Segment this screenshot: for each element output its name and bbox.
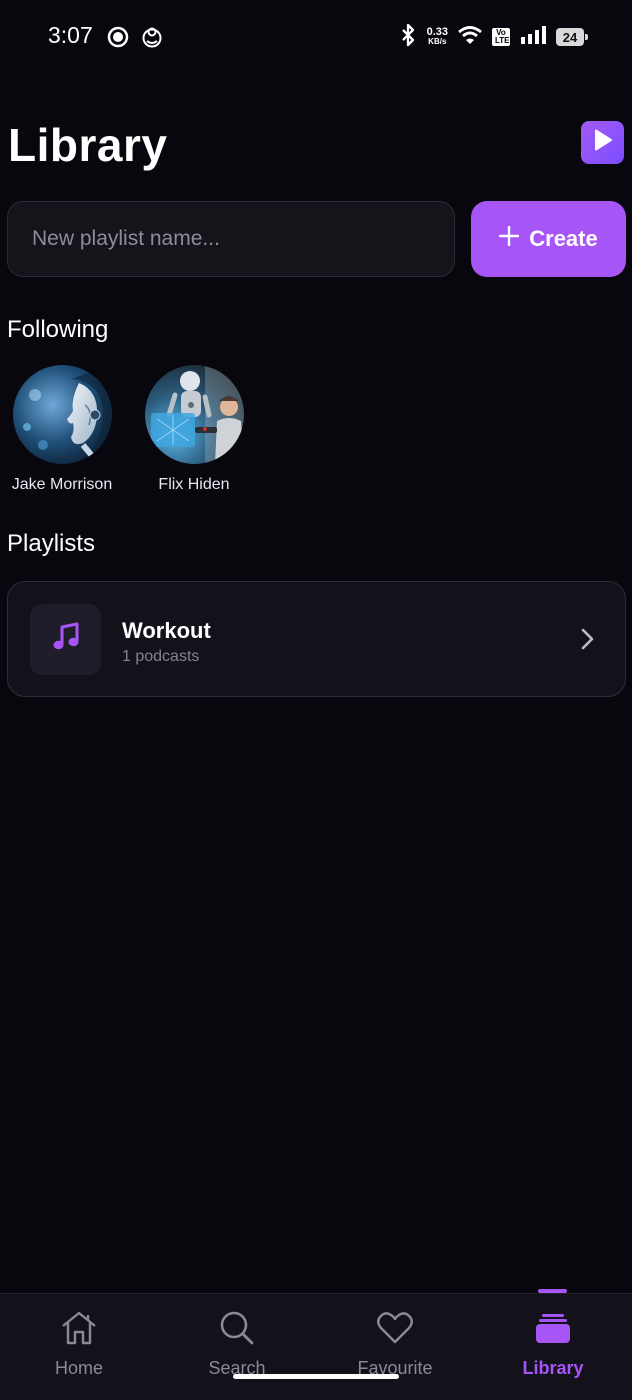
nav-home[interactable]: Home — [0, 1308, 158, 1379]
page-title: Library — [8, 119, 168, 171]
home-icon — [59, 1308, 99, 1348]
following-header: Following — [7, 316, 109, 343]
avatar — [144, 365, 244, 464]
wifi-icon — [458, 25, 482, 50]
baby-icon — [141, 26, 163, 48]
play-icon — [593, 129, 613, 156]
search-icon — [217, 1308, 257, 1348]
following-item-jake-morrison[interactable]: Jake Morrison — [0, 365, 127, 494]
playlist-name: Workout — [122, 618, 211, 643]
new-playlist-input[interactable] — [7, 201, 455, 277]
plus-icon — [499, 225, 520, 252]
library-icon — [533, 1308, 573, 1348]
create-button[interactable]: Create — [471, 201, 626, 277]
heart-icon — [375, 1308, 415, 1348]
signal-icon — [520, 25, 546, 49]
battery-icon: 24 — [556, 28, 588, 46]
nav-label: Home — [54, 1358, 103, 1378]
chevron-right-icon — [577, 627, 597, 651]
following-name: Jake Morrison — [11, 476, 113, 493]
following-item-flix-hiden[interactable]: Flix Hiden — [129, 365, 259, 494]
avatar — [12, 365, 112, 464]
play-button[interactable] — [581, 121, 624, 164]
volte-line2: LTE — [495, 36, 510, 45]
playlist-thumbnail — [30, 604, 101, 675]
playlists-header: Playlists — [7, 530, 96, 557]
playlist-item-workout[interactable]: Workout 1 podcasts — [7, 581, 626, 697]
bottom-nav: Home Search Favourite Library — [0, 1293, 632, 1400]
battery-level: 24 — [562, 29, 578, 45]
net-speed-value: 0.33 — [426, 26, 448, 38]
nav-label: Library — [522, 1358, 584, 1378]
volte-badge: Vo LTE — [492, 28, 510, 46]
bluetooth-icon — [399, 23, 417, 52]
create-button-label: Create — [529, 226, 598, 251]
net-speed-unit: KB/s — [428, 37, 447, 46]
nav-favourite[interactable]: Favourite — [316, 1308, 474, 1379]
record-icon — [107, 26, 129, 48]
status-indicators: 0.33 KB/s Vo LTE 24 — [399, 23, 588, 52]
playlist-count: 1 podcasts — [122, 648, 200, 665]
following-name: Flix Hiden — [158, 476, 230, 493]
music-note-icon — [52, 622, 80, 657]
net-speed: 0.33 KB/s — [427, 27, 448, 47]
status-time: 3:07 — [48, 22, 93, 48]
home-gesture-bar — [233, 1374, 399, 1379]
nav-library[interactable]: Library — [474, 1308, 632, 1379]
nav-search[interactable]: Search — [158, 1308, 316, 1379]
status-bar: 3:07 0.33 KB/s Vo LTE 24 — [0, 0, 632, 74]
